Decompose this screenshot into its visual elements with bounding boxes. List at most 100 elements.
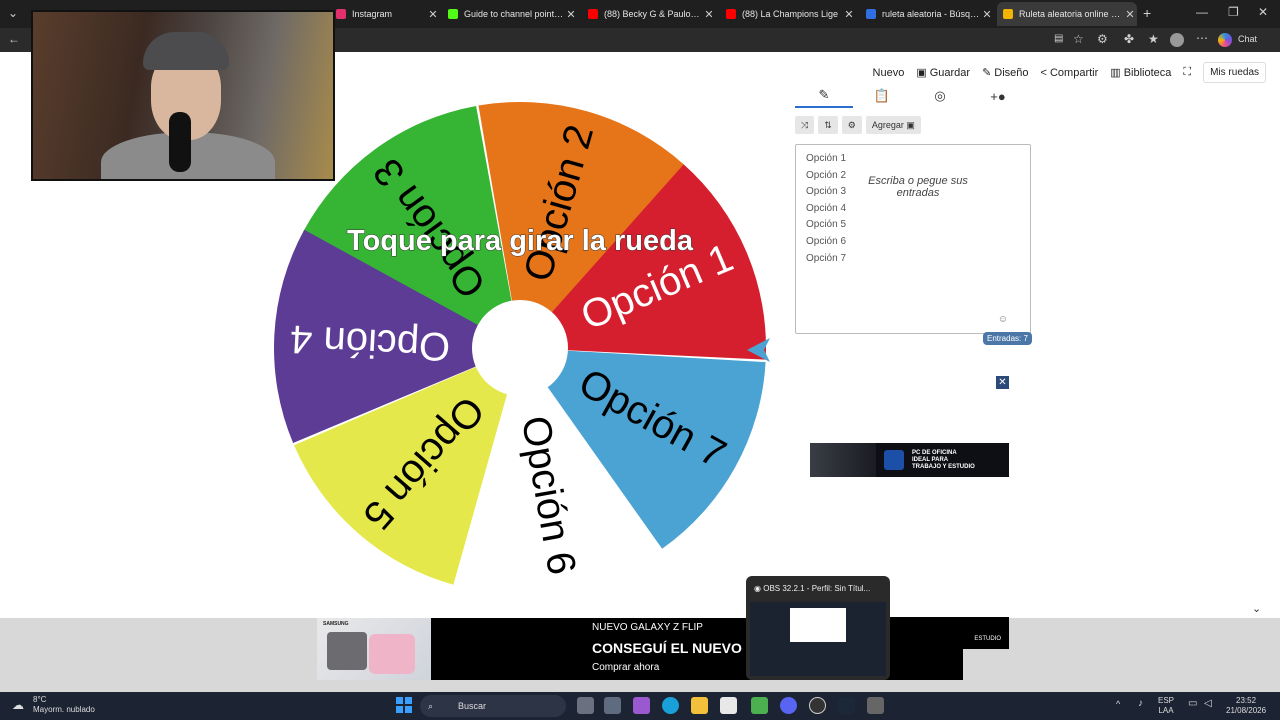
mic-icon[interactable]: ♪ <box>1138 698 1143 709</box>
tray-chevron-icon[interactable]: ^ <box>1116 699 1120 709</box>
browser-tab[interactable]: ruleta aleatoria - Búsqueda ✕ <box>860 2 994 26</box>
entry-line[interactable]: Opción 6 <box>806 234 846 251</box>
wheel-hub[interactable] <box>472 300 568 396</box>
entry-line[interactable]: Opción 5 <box>806 217 846 234</box>
profile-avatar[interactable] <box>1170 33 1184 47</box>
weather-icon[interactable]: ☁ <box>12 698 24 712</box>
minimize-icon[interactable]: — <box>1196 5 1208 19</box>
tab-menu-icon[interactable]: ⌄ <box>8 6 18 20</box>
tab-title: (88) La Champions Lige <box>742 9 839 19</box>
back-icon[interactable]: ← <box>8 32 20 46</box>
steam-icon[interactable] <box>838 697 855 714</box>
tab-close-icon[interactable]: ✕ <box>426 8 440 21</box>
puzzle-icon[interactable]: ✤ <box>1124 32 1134 46</box>
favorite-icon[interactable]: ☆ <box>1073 32 1084 46</box>
language-indicator[interactable]: ESP LAA <box>1158 696 1174 716</box>
shuffle-button[interactable]: ⤨ <box>795 116 815 134</box>
brush-icon: ✎ <box>982 67 992 79</box>
tap-to-spin-text[interactable]: Toque para girar la rueda <box>347 225 695 258</box>
network-icon[interactable]: ▭ <box>1188 698 1197 709</box>
entry-line[interactable]: Opción 4 <box>806 201 846 218</box>
browser-tab[interactable]: Ruleta aleatoria online - rul ✕ <box>997 2 1137 26</box>
tab-add-wheel[interactable]: +● <box>969 89 1027 104</box>
fullscreen-button[interactable]: ⛶ <box>1183 66 1191 79</box>
tab-close-icon[interactable]: ✕ <box>980 8 994 21</box>
extensions-icon[interactable]: ⚙ <box>1097 32 1108 46</box>
tab-hidden[interactable]: ◎ <box>911 88 969 104</box>
tab-close-icon[interactable]: ✕ <box>842 8 856 21</box>
entries-textarea[interactable]: Opción 1 Opción 2 Opción 3 Opción 4 Opción 5… <box>795 144 1031 334</box>
calculator-icon[interactable] <box>867 697 884 714</box>
new-button[interactable]: Nuevo <box>873 67 905 79</box>
minecraft-icon[interactable] <box>751 697 768 714</box>
browser-tab[interactable]: Guide to channel points | K...✕ <box>442 2 578 26</box>
share-button[interactable]: < Compartir <box>1041 67 1099 79</box>
ad-small-line2: IDEAL PARA <box>912 456 949 463</box>
new-tab-icon[interactable]: + <box>1143 5 1151 21</box>
copilot-icon[interactable] <box>1218 33 1232 47</box>
weather-widget[interactable]: 8°C Mayorm. nublado <box>33 695 95 715</box>
emoji-icon[interactable]: ☺ <box>998 314 1008 325</box>
search-icon: ⌕ <box>428 701 434 711</box>
wheel-segment-label: Opción 4 <box>289 316 451 368</box>
bottom-ad-banner[interactable]: SAMSUNG NUEVO GALAXY Z FLIP CONSEGUÍ EL … <box>0 617 1280 692</box>
tab-favicon-icon <box>866 9 876 19</box>
maximize-icon[interactable]: ❐ <box>1228 5 1239 19</box>
design-button[interactable]: ✎ Diseño <box>982 66 1028 80</box>
browser-tab[interactable]: Instagram ✕ <box>330 2 440 26</box>
clipboard-icon: 📋 <box>873 88 891 103</box>
entry-line[interactable]: Opción 7 <box>806 251 846 268</box>
entry-line[interactable]: Opción 2 <box>806 168 846 185</box>
obs-thumbnail[interactable] <box>750 602 886 676</box>
volume-icon[interactable]: ◁ <box>1204 698 1212 709</box>
copilot-label[interactable]: Chat <box>1238 34 1257 44</box>
tab-close-icon[interactable]: ✕ <box>1123 8 1137 21</box>
ad-pc-image <box>810 443 876 477</box>
ad-line1: NUEVO GALAXY Z FLIP <box>592 622 703 633</box>
tab-close-icon[interactable]: ✕ <box>702 8 716 21</box>
tab-title: Guide to channel points | K... <box>464 9 564 19</box>
browser-tab[interactable]: (88) Becky G & Paulo Londra✕ <box>582 2 716 26</box>
app-icon[interactable] <box>633 697 650 714</box>
file-explorer-icon[interactable] <box>691 697 708 714</box>
obs-taskbar-preview[interactable]: ◉ OBS 32.2.1 - Perfil: Sin Títul... <box>746 576 890 680</box>
taskbar-search[interactable]: ⌕ Buscar <box>420 695 566 717</box>
save-button[interactable]: ▣ Guardar <box>916 66 970 80</box>
sort-button[interactable]: ⇅ <box>818 116 838 134</box>
tab-favicon-icon <box>1003 9 1013 19</box>
tab-close-icon[interactable]: ✕ <box>564 8 578 21</box>
ad-cta[interactable]: Comprar ahora <box>592 662 659 673</box>
store-icon[interactable] <box>720 697 737 714</box>
reader-icon[interactable]: ▤ <box>1054 33 1063 44</box>
edge-icon[interactable] <box>662 697 679 714</box>
entries-hint: Escriba o pegue sus entradas <box>868 175 968 199</box>
task-view-icon[interactable] <box>577 697 594 714</box>
browser-tab[interactable]: (88) La Champions Lige ✕ <box>720 2 856 26</box>
ad-close-icon[interactable]: ✕ <box>996 376 1009 389</box>
add-image-button[interactable]: Agregar ▣ <box>865 116 921 134</box>
tab-results[interactable]: 📋 <box>853 88 911 104</box>
pencil-icon: ✎ <box>818 87 830 102</box>
start-icon[interactable] <box>396 697 412 713</box>
shuffle-icon: ⤨ <box>801 119 809 130</box>
my-wheels-button[interactable]: Mis ruedas <box>1203 62 1266 83</box>
settings-button[interactable]: ⚙ <box>841 116 862 134</box>
library-button[interactable]: ▥ Biblioteca <box>1110 66 1171 80</box>
entry-line[interactable]: Opción 1 <box>806 151 846 168</box>
entry-line[interactable]: Opción 3 <box>806 184 846 201</box>
settings-app-icon[interactable] <box>604 697 621 714</box>
close-window-icon[interactable]: ✕ <box>1258 5 1268 19</box>
wheel-toolbar: Nuevo ▣ Guardar ✎ Diseño < Compartir ▥ Bibli… <box>873 62 1266 83</box>
wheel[interactable]: Opción 1Opción 2Opción 3Opción 4Opción 5… <box>260 92 780 612</box>
small-ad-banner[interactable]: PC DE OFICINA IDEAL PARA TRABAJO Y ESTUD… <box>810 443 1009 477</box>
tab-edit[interactable]: ✎ <box>795 84 853 108</box>
collections-icon[interactable]: ★ <box>1148 32 1159 46</box>
discord-icon[interactable] <box>780 697 797 714</box>
clock[interactable]: 23:52 21/08/2026 <box>1226 696 1266 716</box>
tab-favicon-icon <box>448 9 458 19</box>
more-menu-icon[interactable]: ⋯ <box>1196 31 1208 45</box>
obs-taskbar-icon[interactable] <box>809 697 826 714</box>
tab-title: (88) Becky G & Paulo Londra <box>604 9 702 19</box>
panel-tabs: ✎ 📋 ◎ +● <box>795 84 1031 108</box>
scroll-down-icon[interactable]: ⌄ <box>1252 602 1261 615</box>
